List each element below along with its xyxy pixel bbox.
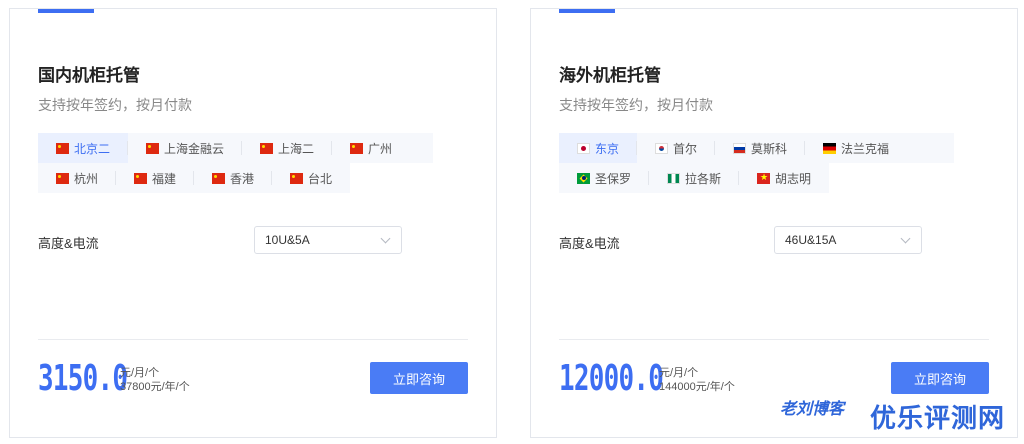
overseas-cabinet-card: 海外机柜托管 支持按年签约，按月付款 东京 首尔 莫斯科 法兰克福 圣保罗 拉各… bbox=[530, 8, 1018, 438]
br-flag-icon bbox=[577, 172, 590, 184]
spec-select[interactable]: 10U&5A bbox=[254, 226, 402, 254]
card-title: 国内机柜托管 bbox=[38, 66, 140, 85]
region-tab-lagos[interactable]: 拉各斯 bbox=[649, 163, 740, 193]
price-units: 元/月/个 144000元/年/个 bbox=[659, 366, 735, 394]
region-tab-label: 上海金融云 bbox=[164, 141, 225, 156]
cn-flag-icon bbox=[134, 172, 148, 184]
region-tabs: 北京二 上海金融云 上海二 广州 杭州 福建 香港 台北 bbox=[38, 133, 433, 193]
region-tabs: 东京 首尔 莫斯科 法兰克福 圣保罗 拉各斯 胡志明 bbox=[559, 133, 954, 193]
region-tab-row: 东京 首尔 莫斯科 法兰克福 bbox=[559, 133, 954, 163]
ru-flag-icon bbox=[733, 142, 747, 154]
region-tab-hangzhou[interactable]: 杭州 bbox=[38, 163, 117, 193]
chevron-down-icon bbox=[380, 233, 391, 244]
region-tab-beijing2[interactable]: 北京二 bbox=[38, 133, 129, 163]
price-yearly: 37800元/年/个 bbox=[120, 381, 190, 393]
region-tab-shanghai-finance-cloud[interactable]: 上海金融云 bbox=[128, 133, 243, 163]
watermark-blog: 老刘博客 bbox=[780, 401, 845, 418]
card-subtitle: 支持按年签约，按月付款 bbox=[559, 97, 713, 113]
kr-flag-icon bbox=[655, 142, 669, 154]
card-title: 海外机柜托管 bbox=[559, 66, 661, 85]
region-tab-label: 杭州 bbox=[74, 171, 99, 186]
de-flag-icon bbox=[823, 142, 837, 154]
region-tab-guangzhou[interactable]: 广州 bbox=[332, 133, 410, 163]
divider bbox=[38, 339, 468, 340]
region-tab-ho-chi-minh[interactable]: 胡志明 bbox=[739, 163, 829, 193]
region-tab-row: 杭州 福建 香港 台北 bbox=[38, 163, 351, 193]
region-tab-label: 法兰克福 bbox=[841, 141, 890, 156]
vn-flag-icon bbox=[757, 171, 771, 184]
cn-flag-icon bbox=[56, 142, 69, 154]
cn-flag-icon bbox=[260, 142, 274, 154]
spec-select-value: 10U&5A bbox=[265, 233, 310, 247]
region-tab-hongkong[interactable]: 香港 bbox=[194, 163, 273, 193]
domestic-cabinet-card: 国内机柜托管 支持按年签约，按月付款 北京二 上海金融云 上海二 广州 杭州 福… bbox=[9, 8, 497, 438]
region-tab-taipei[interactable]: 台北 bbox=[272, 163, 350, 193]
card-accent-bar bbox=[559, 9, 615, 13]
region-tab-label: 福建 bbox=[152, 171, 177, 186]
divider bbox=[559, 339, 989, 340]
region-tab-label: 东京 bbox=[595, 141, 620, 156]
price-yearly: 144000元/年/个 bbox=[659, 381, 735, 393]
cn-flag-icon bbox=[212, 172, 226, 184]
cn-flag-icon bbox=[350, 142, 364, 154]
price-value: 12000.0 bbox=[559, 358, 664, 399]
region-tab-tokyo[interactable]: 东京 bbox=[559, 133, 638, 163]
region-tab-row: 圣保罗 拉各斯 胡志明 bbox=[559, 163, 830, 193]
card-subtitle: 支持按年签约，按月付款 bbox=[38, 97, 192, 113]
price-monthly-unit: 元/月/个 bbox=[659, 367, 699, 379]
region-tab-label: 胡志明 bbox=[775, 171, 812, 186]
cn-flag-icon bbox=[290, 172, 304, 184]
price-monthly-unit: 元/月/个 bbox=[120, 367, 160, 379]
region-tab-frankfurt[interactable]: 法兰克福 bbox=[805, 133, 907, 163]
region-tab-label: 广州 bbox=[368, 141, 393, 156]
region-tab-label: 首尔 bbox=[673, 141, 698, 156]
chevron-down-icon bbox=[900, 233, 911, 244]
ng-flag-icon bbox=[667, 172, 681, 184]
price-units: 元/月/个 37800元/年/个 bbox=[120, 366, 190, 394]
region-tab-sao-paulo[interactable]: 圣保罗 bbox=[559, 163, 650, 193]
region-tab-row: 北京二 上海金融云 上海二 广州 bbox=[38, 133, 433, 163]
region-tab-label: 拉各斯 bbox=[685, 171, 722, 186]
price-value: 3150.0 bbox=[38, 358, 128, 399]
region-tab-label: 莫斯科 bbox=[751, 141, 788, 156]
spec-label: 高度&电流 bbox=[38, 236, 99, 251]
region-tab-label: 北京二 bbox=[74, 141, 111, 156]
spec-label: 高度&电流 bbox=[559, 236, 620, 251]
spec-select[interactable]: 46U&15A bbox=[774, 226, 922, 254]
card-accent-bar bbox=[38, 9, 94, 13]
spec-select-value: 46U&15A bbox=[785, 233, 837, 247]
region-tab-label: 香港 bbox=[230, 171, 255, 186]
region-tab-label: 圣保罗 bbox=[595, 171, 632, 186]
consult-button[interactable]: 立即咨询 bbox=[891, 362, 989, 394]
consult-button[interactable]: 立即咨询 bbox=[370, 362, 468, 394]
region-tab-fujian[interactable]: 福建 bbox=[116, 163, 195, 193]
region-tab-seoul[interactable]: 首尔 bbox=[637, 133, 716, 163]
watermark-site: 优乐评测网 bbox=[870, 403, 1006, 433]
region-tab-moscow[interactable]: 莫斯科 bbox=[715, 133, 806, 163]
jp-flag-icon bbox=[577, 142, 590, 154]
region-tab-shanghai2[interactable]: 上海二 bbox=[242, 133, 333, 163]
region-tab-label: 台北 bbox=[308, 171, 333, 186]
cn-flag-icon bbox=[146, 142, 160, 154]
cn-flag-icon bbox=[56, 172, 69, 184]
region-tab-label: 上海二 bbox=[278, 141, 315, 156]
